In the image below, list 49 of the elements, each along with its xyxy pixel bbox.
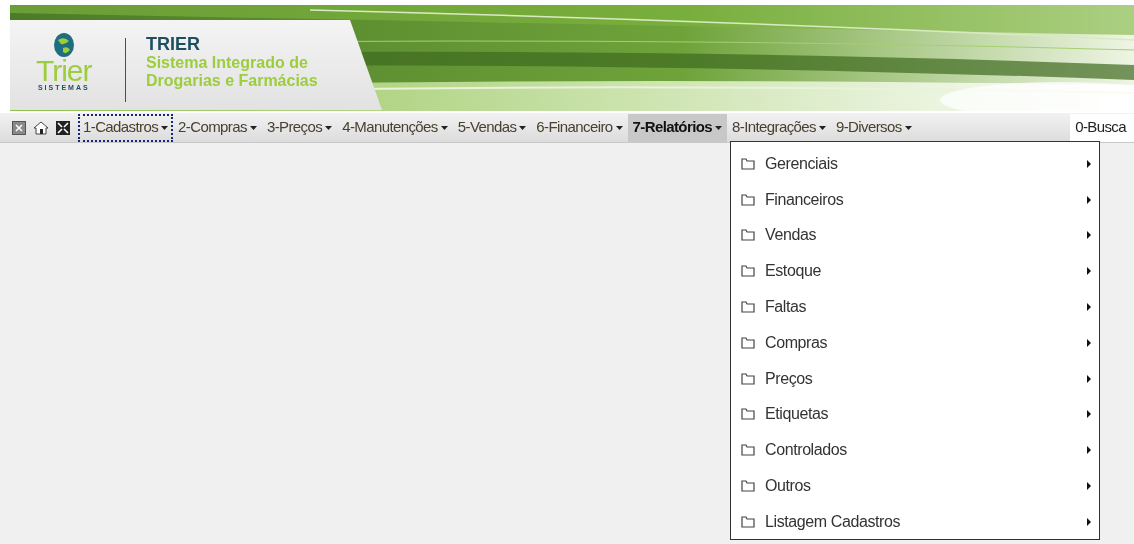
- app-subtitle: Drogarias e Farmácias: [146, 72, 318, 90]
- menu-item[interactable]: 2-Compras: [173, 113, 262, 142]
- search-tab[interactable]: 0-Busca: [1070, 113, 1134, 142]
- caret-icon: [519, 125, 527, 130]
- caret-icon: [715, 125, 722, 130]
- menu-item[interactable]: 7-Relatórios: [627, 113, 727, 142]
- folder-icon: [741, 265, 755, 278]
- submenu-item[interactable]: Financeiros: [731, 181, 1099, 218]
- folder-icon: [741, 229, 755, 242]
- folder-icon: [741, 480, 755, 493]
- caret-icon: [440, 125, 448, 130]
- close-icon[interactable]: [12, 120, 26, 135]
- folder-icon: [741, 193, 755, 206]
- caret-icon: [325, 125, 333, 130]
- menu-item[interactable]: 3-Preços: [261, 113, 338, 142]
- submenu-item[interactable]: Outros: [731, 468, 1099, 504]
- folder-icon: [741, 301, 755, 314]
- folder-icon: [741, 157, 755, 170]
- folder-icon: [741, 372, 755, 385]
- fullscreen-icon[interactable]: [56, 120, 70, 135]
- folder-icon: [741, 336, 755, 349]
- caret-icon: [615, 125, 623, 130]
- submenu-item[interactable]: Faltas: [731, 289, 1099, 325]
- submenu-item[interactable]: Etiquetas: [731, 396, 1099, 433]
- menu-item[interactable]: 8-Integrações: [727, 113, 831, 142]
- menu-item[interactable]: 4-Manutenções: [337, 113, 453, 142]
- globe-icon: [52, 32, 75, 58]
- submenu-item[interactable]: Gerenciais: [731, 146, 1099, 182]
- submenu-item[interactable]: Vendas: [731, 217, 1099, 254]
- menu-item[interactable]: 6-Financeiro: [531, 113, 628, 142]
- menu-item[interactable]: 9-Diversos: [830, 113, 917, 142]
- home-icon[interactable]: [34, 120, 48, 135]
- submenu-item[interactable]: Controlados: [731, 432, 1099, 469]
- app-title: TRIER: [146, 34, 201, 54]
- menu-item[interactable]: 1-Cadastros: [78, 113, 174, 142]
- folder-icon: [741, 444, 755, 457]
- menu-item[interactable]: 5-Vendas: [452, 113, 532, 142]
- logo-text: Trier: [36, 58, 92, 84]
- submenu-item[interactable]: Listagem Cadastros: [731, 503, 1099, 540]
- caret-icon: [904, 125, 912, 130]
- caret-icon: [161, 125, 169, 130]
- app-subtitle: Sistema Integrado de: [146, 54, 309, 72]
- caret-icon: [818, 125, 826, 130]
- submenu-item[interactable]: Compras: [731, 325, 1099, 361]
- submenu-item[interactable]: Preços: [731, 360, 1099, 397]
- folder-icon: [741, 408, 755, 421]
- submenu-item[interactable]: Estoque: [731, 253, 1099, 290]
- folder-icon: [741, 515, 755, 528]
- caret-icon: [249, 125, 257, 130]
